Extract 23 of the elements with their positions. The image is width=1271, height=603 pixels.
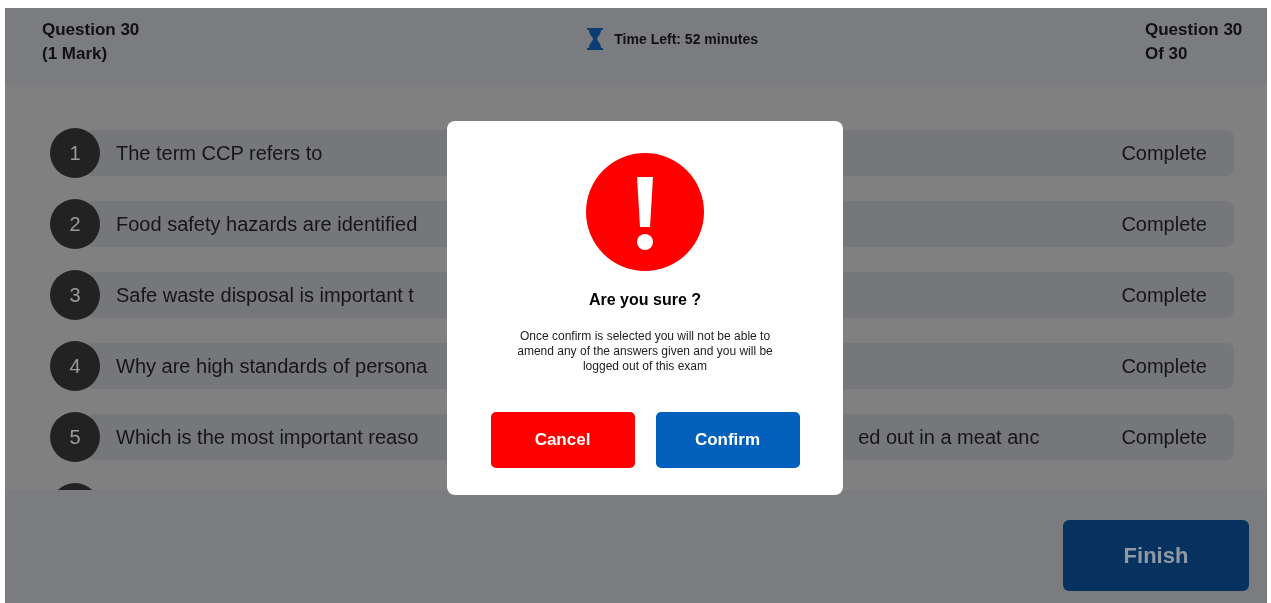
status-text: Complete <box>1121 283 1207 307</box>
question-position: Question 30 <box>1145 19 1244 41</box>
status-text: Complete <box>1121 354 1207 378</box>
question-text: ed out in a meat anc <box>858 425 1040 449</box>
question-label: Question 30 <box>42 19 140 41</box>
question-number: 1 <box>50 128 100 178</box>
question-text: Safe waste disposal is important t <box>116 283 414 307</box>
question-text: Food safety hazards are identified <box>116 212 418 236</box>
dialog-title: Are you sure ? <box>589 291 701 309</box>
question-number: 4 <box>50 341 100 391</box>
status-text: Complete <box>1121 141 1207 165</box>
question-text: The term CCP refers to <box>116 141 323 165</box>
question-text: Why are high standards of persona <box>116 354 428 378</box>
status-text: Complete <box>1121 212 1207 236</box>
marks-label: (1 Mark) <box>42 43 109 65</box>
question-number: 2 <box>50 199 100 249</box>
status-text: Complete <box>1121 425 1207 449</box>
time-left-text: Time Left: 52 minutes <box>614 31 758 47</box>
question-total: Of 30 <box>1145 43 1189 65</box>
dialog-message: Once confirm is selected you will not be able to amend any of the answers given and you will be logged out of this exam <box>516 329 774 374</box>
question-number: 3 <box>50 270 100 320</box>
question-text: Which is the most important reaso <box>116 425 419 449</box>
question-number: 5 <box>50 412 100 462</box>
